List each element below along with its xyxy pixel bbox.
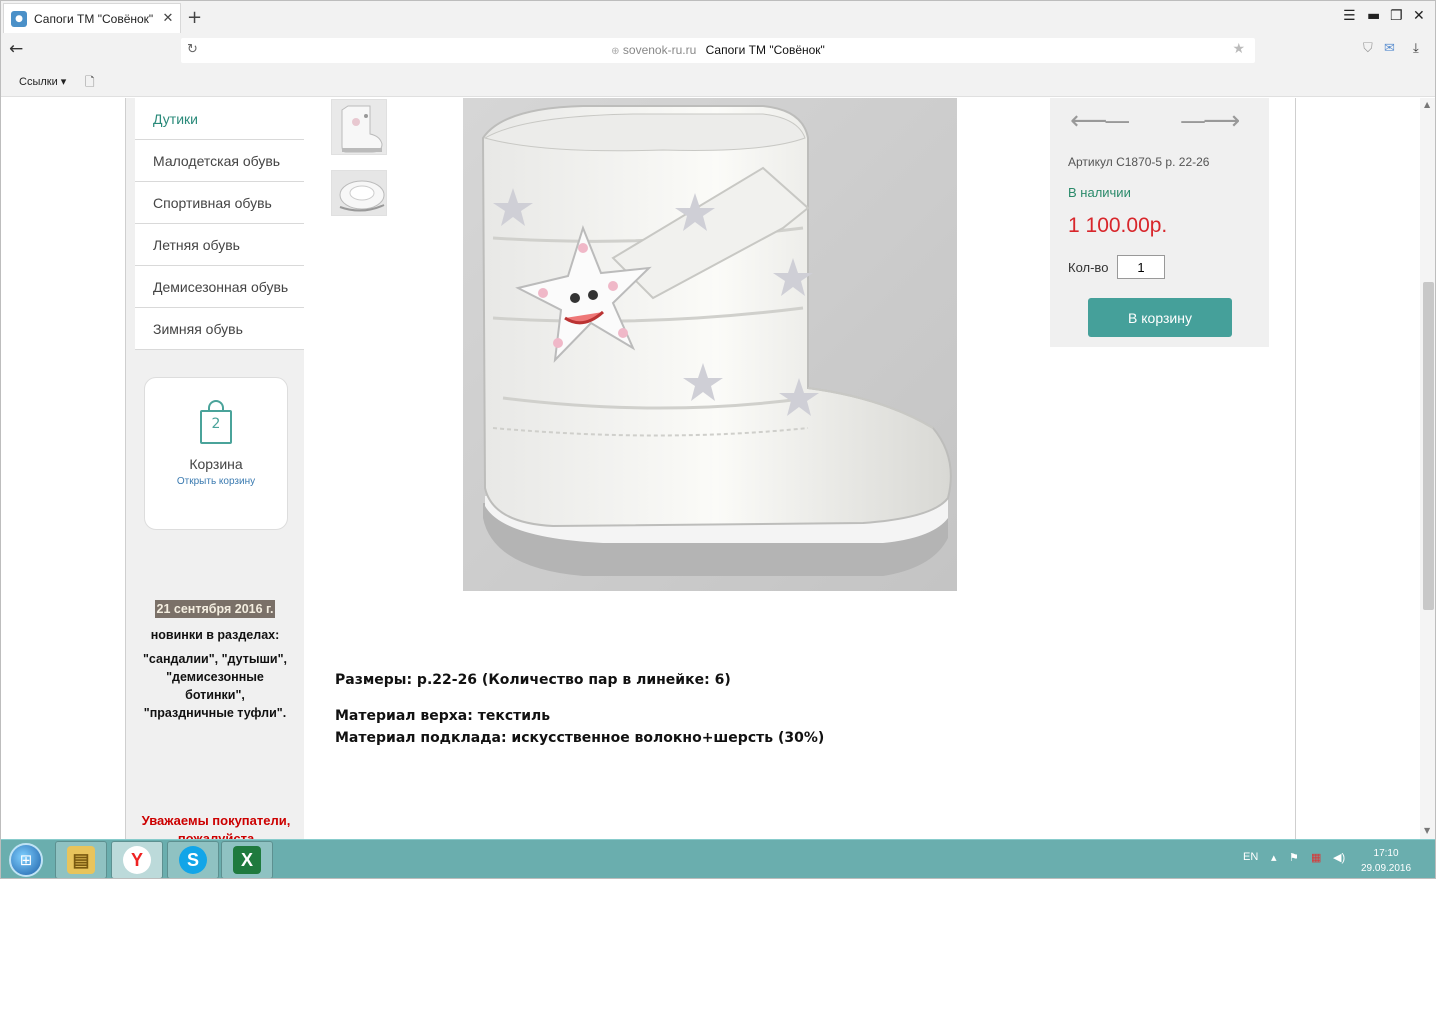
folder-icon: ▤ xyxy=(67,846,95,874)
close-tab-icon[interactable]: ✕ xyxy=(160,11,176,26)
product-price: 1 100.00р. xyxy=(1068,214,1168,237)
new-tab-icon[interactable]: + xyxy=(187,7,202,28)
product-sku: Артикул С1870-5 р. 22-26 xyxy=(1068,155,1210,169)
menu-item-dutiki[interactable]: Дутики xyxy=(135,98,304,140)
taskbar: ⊞ ▤ Y S X EN ▴ ⚑ ▦ ◀) 17:10 29.09.2016 xyxy=(1,839,1435,878)
menu-item-demiseason-shoes[interactable]: Демисезонная обувь xyxy=(135,266,304,308)
minimize-icon[interactable]: ▬ xyxy=(1367,8,1380,24)
menu-item-winter-shoes[interactable]: Зимняя обувь xyxy=(135,308,304,350)
news-line: "праздничные туфли". xyxy=(143,706,287,720)
taskbar-yandex-browser[interactable]: Y xyxy=(111,841,163,878)
previous-product-arrow-icon[interactable]: ⟵— xyxy=(1070,106,1130,136)
shopping-bag-icon: 2 xyxy=(198,400,234,444)
yandex-browser-icon: Y xyxy=(123,846,151,874)
restore-icon[interactable]: ❐ xyxy=(1390,8,1403,24)
scroll-down-icon[interactable]: ▼ xyxy=(1424,826,1430,835)
mail-icon[interactable]: ✉ xyxy=(1384,41,1395,56)
add-to-cart-button[interactable]: В корзину xyxy=(1088,298,1232,337)
page-viewport: Дутики Малодетская обувь Спортивная обув… xyxy=(1,98,1435,839)
product-thumbnail[interactable] xyxy=(331,170,387,216)
notice-line: Уважаемы покупатели, xyxy=(141,813,291,828)
news-subtitle: новинки в разделах: xyxy=(150,628,280,642)
url-host: sovenok-ru.ru xyxy=(622,43,697,57)
taskbar-excel[interactable]: X xyxy=(221,841,273,878)
tray-expand-icon[interactable]: ▴ xyxy=(1271,851,1277,864)
globe-icon: ⊕ xyxy=(611,46,620,57)
url-field[interactable]: ↻ ⊕ sovenok-ru.ru Сапоги ТМ "Совёнок" ★ xyxy=(181,38,1255,63)
open-cart-link[interactable]: Открыть корзину xyxy=(145,476,287,487)
menu-item-sport-shoes[interactable]: Спортивная обувь xyxy=(135,182,304,224)
bookmarks-links-label: Ссылки xyxy=(19,76,58,88)
browser-tab[interactable]: ● Сапоги ТМ "Совёнок" ✕ xyxy=(3,3,181,33)
category-menu: Дутики Малодетская обувь Спортивная обув… xyxy=(135,98,304,350)
taskbar-skype[interactable]: S xyxy=(167,841,219,878)
tab-bar: ● Сапоги ТМ "Совёнок" ✕ + ☰ ▬ ❐ ✕ xyxy=(1,1,1435,35)
shield-icon[interactable]: ⛉ xyxy=(1363,41,1373,56)
clock-date: 29.09.2016 xyxy=(1361,863,1412,874)
scroll-up-icon[interactable]: ▲ xyxy=(1424,100,1430,109)
menu-item-baby-shoes[interactable]: Малодетская обувь xyxy=(135,140,304,182)
document-icon[interactable]: 🗋 xyxy=(85,73,95,94)
close-window-icon[interactable]: ✕ xyxy=(1413,8,1425,24)
tab-title: Сапоги ТМ "Совёнок" xyxy=(34,11,154,26)
bookmarks-links-menu[interactable]: Ссылки ▾ xyxy=(19,75,66,88)
menu-item-summer-shoes[interactable]: Летняя обувь xyxy=(135,224,304,266)
cart-widget[interactable]: 2 Корзина Открыть корзину xyxy=(144,377,288,530)
quantity-input[interactable] xyxy=(1117,255,1165,279)
next-product-arrow-icon[interactable]: —⟶ xyxy=(1180,106,1240,136)
volume-icon[interactable]: ◀) xyxy=(1333,851,1345,864)
scroll-thumb[interactable] xyxy=(1423,282,1434,610)
menu-icon[interactable]: ☰ xyxy=(1343,8,1356,24)
news-line: "сандалии", "дутыши", xyxy=(142,652,288,666)
owl-favicon-icon: ● xyxy=(11,10,27,27)
language-indicator[interactable]: EN xyxy=(1243,851,1258,863)
action-center-flag-icon[interactable]: ⚑ xyxy=(1289,851,1299,864)
news-line: ботинки", xyxy=(185,688,245,702)
bookmarks-bar: Ссылки ▾ 🗋 xyxy=(1,65,1435,97)
taskbar-explorer[interactable]: ▤ xyxy=(55,841,107,878)
back-arrow-icon[interactable]: ← xyxy=(9,39,23,59)
clock-time: 17:10 xyxy=(1373,848,1399,859)
product-sizes: Размеры: р.22-26 (Количество пар в линей… xyxy=(335,672,731,688)
system-clock[interactable]: 17:10 29.09.2016 xyxy=(1361,846,1411,876)
vertical-scrollbar[interactable]: ▲ ▼ xyxy=(1420,98,1435,839)
skype-icon: S xyxy=(179,846,207,874)
product-material-top: Материал верха: текстиль xyxy=(335,708,551,724)
url-text: ⊕ sovenok-ru.ru Сапоги ТМ "Совёнок" xyxy=(181,43,1255,57)
download-icon[interactable]: ⤓ xyxy=(1413,41,1419,56)
page-border-right xyxy=(1295,98,1296,839)
browser-window: ● Сапоги ТМ "Совёнок" ✕ + ☰ ▬ ❐ ✕ ← ↻ ⊕ … xyxy=(0,0,1436,879)
network-icon[interactable]: ▦ xyxy=(1311,851,1321,864)
news-line: "демисезонные xyxy=(166,670,264,684)
product-thumbnail[interactable] xyxy=(331,99,387,155)
news-date: 21 сентября 2016 г. xyxy=(154,600,276,618)
cart-count: 2 xyxy=(211,416,221,432)
excel-icon: X xyxy=(233,846,261,874)
address-bar: ← ↻ ⊕ sovenok-ru.ru Сапоги ТМ "Совёнок" … xyxy=(1,35,1435,65)
url-page-title: Сапоги ТМ "Совёнок" xyxy=(705,43,825,57)
cart-title: Корзина xyxy=(189,456,243,472)
customer-notice: Уважаемы покупатели, пожалуйста xyxy=(127,812,305,839)
bookmark-star-icon[interactable]: ★ xyxy=(1232,41,1245,57)
availability-status: В наличии xyxy=(1068,185,1131,200)
news-list: "сандалии", "дутыши", "демисезонные боти… xyxy=(127,650,303,722)
news-block: 21 сентября 2016 г. новинки в разделах: … xyxy=(127,600,303,722)
quantity-label: Кол-во xyxy=(1068,260,1109,275)
product-photo[interactable] xyxy=(463,98,957,591)
buy-box: ⟵— —⟶ Артикул С1870-5 р. 22-26 В наличии… xyxy=(1050,98,1269,347)
notice-line: пожалуйста xyxy=(177,831,255,839)
product-material-lining: Материал подклада: искусственное волокно… xyxy=(335,730,825,746)
windows-start-icon[interactable]: ⊞ xyxy=(9,843,43,877)
